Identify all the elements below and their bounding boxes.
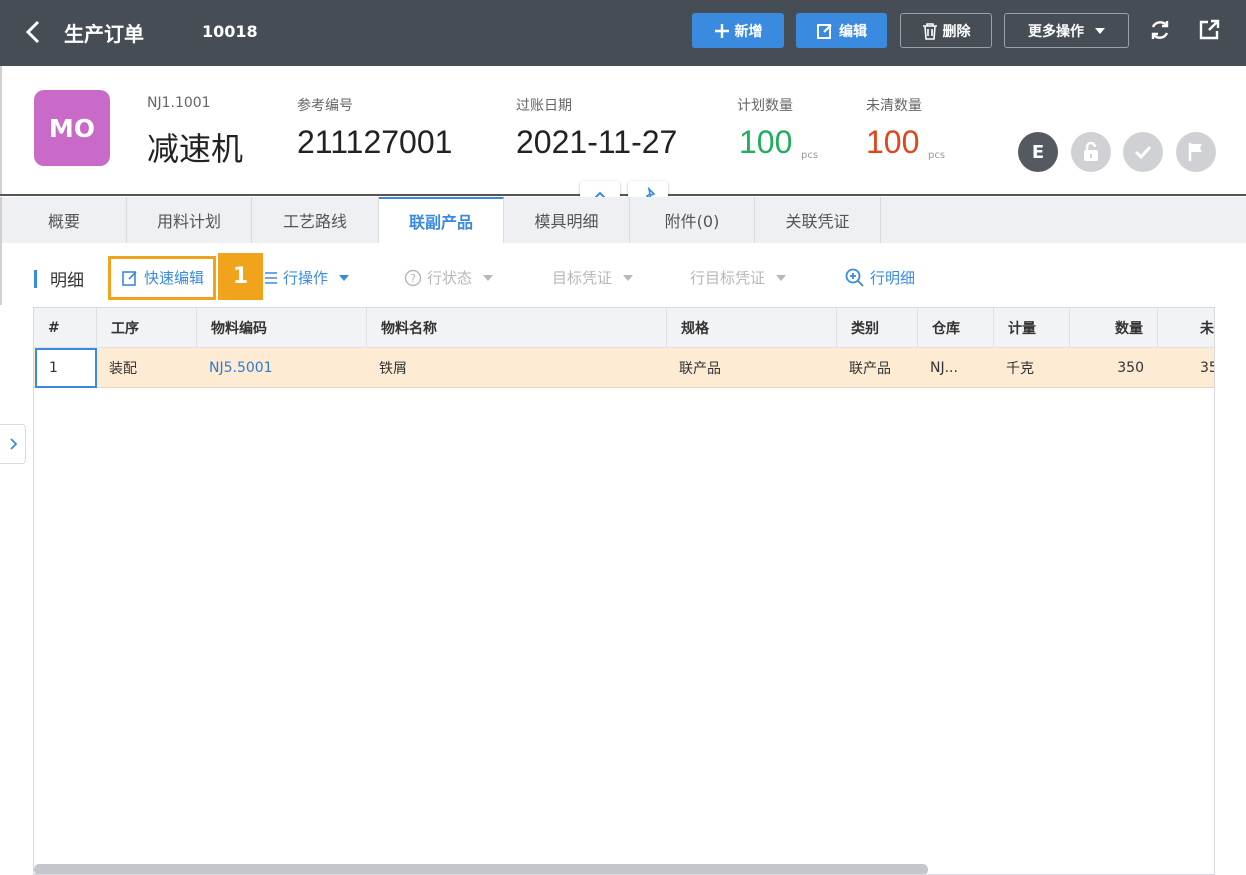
flag-icon[interactable] [1176,132,1216,172]
more-actions-dropdown[interactable]: 更多操作 [1004,13,1129,48]
column-header[interactable]: 仓库 [918,308,994,348]
target-doc-label: 目标凭证 [552,269,613,287]
row-detail-label: 行明细 [870,269,916,287]
edit-button-label: 编辑 [839,23,867,40]
approve-check-icon[interactable] [1123,132,1163,172]
edit-button[interactable]: 编辑 [796,13,887,48]
section-marker [34,270,37,288]
planned-qty-value: 100 [739,124,793,160]
column-header[interactable]: 未 [1158,308,1214,348]
material-name: 减速机 [147,131,244,167]
open-qty-unit: pcs [928,150,946,161]
trash-icon [922,22,937,40]
table-cell[interactable]: NJ... [918,348,994,388]
chevron-down-icon [483,274,494,281]
column-header[interactable]: 工序 [97,308,197,348]
edit-icon [817,23,832,39]
svg-text:?: ? [410,272,416,285]
add-button[interactable]: 新增 [692,13,784,48]
posting-date-label: 过账日期 [516,98,572,114]
back-arrow-icon[interactable] [22,18,46,46]
row-status-label: 行状态 [427,269,473,287]
tab-bar: 概要 用料计划 工艺路线 联副产品 模具明细 附件(0) 关联凭证 [0,197,1246,243]
check-glyph [1134,145,1152,160]
flag-glyph [1188,143,1202,161]
open-qty-label: 未清数量 [866,98,922,114]
table-cell[interactable]: 联产品 [667,348,837,388]
chevron-down-icon [623,274,634,281]
tab-material-plan[interactable]: 用料计划 [127,197,252,243]
co-products-table: # 工序 物料编码 物料名称 规格 类别 仓库 计量 数量 未 1 装配 NJ5… [33,307,1215,875]
column-header[interactable]: 物料编码 [197,308,367,348]
ref-number-value: 211127001 [297,124,453,160]
plus-icon [714,23,729,38]
ref-number-label: 参考编号 [297,98,353,114]
tab-routing[interactable]: 工艺路线 [252,197,379,243]
column-header[interactable]: 物料名称 [367,308,667,348]
top-bar: 生产订单 10018 新增 编辑 删除 更多操作 [0,0,1246,66]
target-doc-dropdown[interactable]: 目标凭证 [552,267,634,288]
section-title: 明细 [50,271,84,291]
chevron-down-icon [776,274,787,281]
row-target-doc-label: 行目标凭证 [690,269,766,287]
table-cell[interactable]: 1 [35,348,97,388]
table-cell-link[interactable]: NJ5.5001 [197,348,367,388]
open-external-icon[interactable] [1197,18,1221,42]
refresh-icon[interactable] [1148,18,1172,42]
header-divider [0,194,1246,196]
help-circle-icon: ? [404,269,422,286]
column-header[interactable]: 类别 [837,308,918,348]
tab-attachments[interactable]: 附件(0) [630,197,755,243]
row-operations-dropdown[interactable]: 行操作 [264,267,350,288]
list-icon [265,271,277,284]
chevron-down-icon [1095,27,1105,34]
callout-badge: 1 [218,253,263,300]
summary-header: MO NJ1.1001 减速机 参考编号 211127001 过账日期 2021… [0,66,1246,196]
posting-date-value: 2021-11-27 [516,124,678,160]
column-header[interactable]: 数量 [1070,308,1158,348]
more-actions-label: 更多操作 [1028,23,1084,40]
tab-related-docs[interactable]: 关联凭证 [755,197,881,243]
open-qty-value: 100 [866,124,920,160]
tab-co-products[interactable]: 联副产品 [379,197,504,243]
page-title: 生产订单 [64,22,144,46]
status-e-label: E [1031,141,1045,163]
planned-qty-unit: pcs [801,150,819,161]
avatar: MO [34,90,110,166]
table-cell[interactable]: 350 [1070,348,1158,388]
row-status-dropdown[interactable]: ? 行状态 [404,267,494,288]
order-number: 10018 [202,22,258,41]
delete-button[interactable]: 删除 [900,13,992,48]
delete-button-label: 删除 [942,23,971,40]
tab-overview[interactable]: 概要 [2,197,127,243]
chevron-down-icon [339,274,350,281]
row-target-doc-dropdown[interactable]: 行目标凭证 [690,267,787,288]
status-e-icon[interactable]: E [1018,132,1058,172]
table-cell[interactable]: 铁屑 [367,348,667,388]
planned-qty-label: 计划数量 [737,98,793,114]
table-cell[interactable]: 千克 [994,348,1070,388]
lock-glyph [1084,141,1098,161]
tab-mold-detail[interactable]: 模具明细 [504,197,630,243]
table-cell[interactable]: 装配 [97,348,197,388]
zoom-in-icon [845,268,864,287]
column-header[interactable]: 规格 [667,308,837,348]
horizontal-scrollbar[interactable] [34,864,928,874]
add-button-label: 新增 [734,23,763,40]
row-detail-button[interactable]: 行明细 [845,267,915,288]
callout-highlight-box [108,256,216,300]
column-header[interactable]: 计量 [994,308,1070,348]
unlock-icon[interactable] [1071,132,1111,172]
column-header[interactable]: # [34,308,97,348]
table-cell[interactable]: 联产品 [837,348,918,388]
row-operations-label: 行操作 [283,269,329,287]
table-cell[interactable]: 35 [1158,348,1214,388]
material-code: NJ1.1001 [147,95,211,111]
expand-sidebar-icon[interactable] [0,424,26,464]
